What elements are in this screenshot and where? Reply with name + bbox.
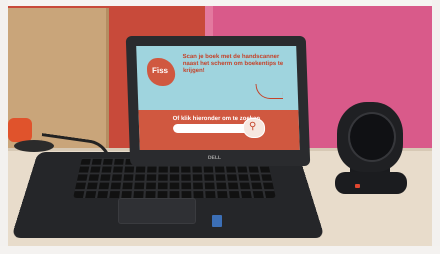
touchpad xyxy=(118,198,196,224)
brand-logo: DELL xyxy=(207,155,222,161)
orange-gadget xyxy=(8,118,32,142)
scanner-led xyxy=(355,184,360,188)
scanner-window xyxy=(348,112,396,162)
intel-sticker xyxy=(212,215,222,227)
frame-top xyxy=(0,0,440,6)
logo-text: Fiss xyxy=(151,66,169,75)
photo-scene: Fiss Scan je boek met de handscanner naa… xyxy=(0,0,440,254)
magnifier-icon[interactable]: ⚲ xyxy=(249,121,257,132)
laptop-screen: Fiss Scan je boek met de handscanner naa… xyxy=(136,46,300,150)
frame-right xyxy=(432,0,440,254)
frame-bottom xyxy=(0,246,440,254)
arrow-icon xyxy=(255,84,284,99)
scanner-base xyxy=(335,172,407,194)
frame-left xyxy=(0,0,8,254)
screen-headline: Scan je boek met de handscanner naast he… xyxy=(182,54,284,74)
